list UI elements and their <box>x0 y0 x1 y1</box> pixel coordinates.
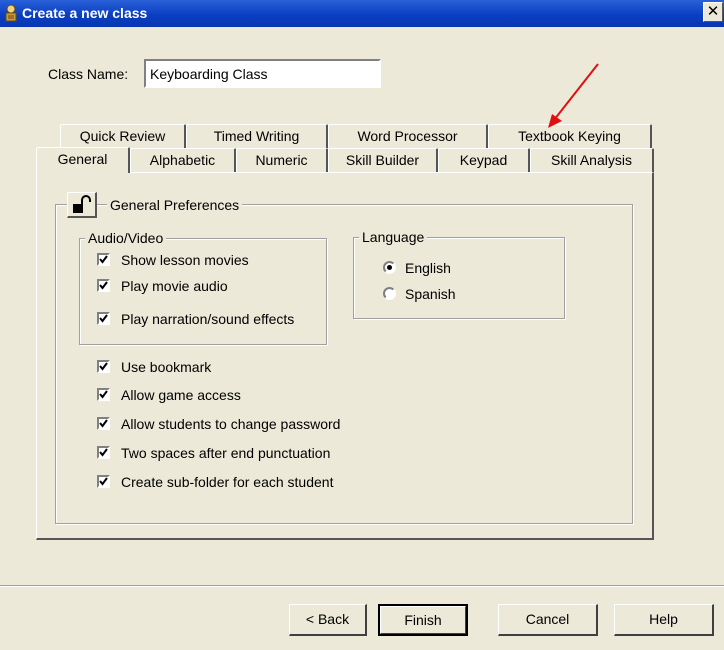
tab-quick-review[interactable]: Quick Review <box>60 124 186 148</box>
class-name-input[interactable] <box>144 59 381 88</box>
allow-game-access-checkbox[interactable] <box>97 388 110 401</box>
language-title: Language <box>359 229 428 245</box>
tab-timed-writing[interactable]: Timed Writing <box>186 124 328 148</box>
tab-numeric[interactable]: Numeric <box>236 148 328 172</box>
use-bookmark-checkbox[interactable] <box>97 360 110 373</box>
two-spaces-checkbox[interactable] <box>97 446 110 459</box>
separator <box>0 585 724 587</box>
lock-button[interactable] <box>67 192 97 218</box>
show-lesson-movies-label: Show lesson movies <box>121 252 249 268</box>
english-label: English <box>405 260 451 276</box>
play-movie-audio-checkbox[interactable] <box>97 279 110 292</box>
english-radio[interactable] <box>383 261 396 274</box>
create-subfolder-checkbox[interactable] <box>97 475 110 488</box>
tab-alphabetic[interactable]: Alphabetic <box>130 148 236 172</box>
app-icon <box>3 4 19 22</box>
finish-button[interactable]: Finish <box>378 604 468 636</box>
tab-skill-analysis[interactable]: Skill Analysis <box>530 148 654 172</box>
allow-change-password-checkbox[interactable] <box>97 417 110 430</box>
tab-panel-general: General Preferences Audio/Video Show les… <box>36 172 654 540</box>
show-lesson-movies-checkbox[interactable] <box>97 253 110 266</box>
general-preferences-title: General Preferences <box>107 197 243 213</box>
class-name-label: Class Name: <box>48 66 129 82</box>
play-narration-label: Play narration/sound effects <box>121 311 295 327</box>
allow-game-access-label: Allow game access <box>121 387 241 403</box>
close-icon: ✕ <box>706 3 720 20</box>
use-bookmark-label: Use bookmark <box>121 359 212 375</box>
spanish-label: Spanish <box>405 286 456 302</box>
play-movie-audio-label: Play movie audio <box>121 278 228 294</box>
tab-word-processor[interactable]: Word Processor <box>328 124 488 148</box>
two-spaces-label: Two spaces after end punctuation <box>121 445 331 461</box>
back-button[interactable]: < Back <box>289 604 367 636</box>
tab-textbook-keying[interactable]: Textbook Keying <box>488 124 652 148</box>
allow-change-password-label: Allow students to change password <box>121 416 341 432</box>
tab-general[interactable]: General <box>36 147 130 173</box>
play-narration-checkbox[interactable] <box>97 312 110 325</box>
help-button[interactable]: Help <box>614 604 714 636</box>
cancel-button[interactable]: Cancel <box>498 604 598 636</box>
language-group <box>353 237 565 319</box>
tab-skill-builder[interactable]: Skill Builder <box>328 148 438 172</box>
create-subfolder-label: Create sub-folder for each student <box>121 474 334 490</box>
tab-keypad[interactable]: Keypad <box>438 148 530 172</box>
audio-video-title: Audio/Video <box>85 230 167 246</box>
window-title: Create a new class <box>22 5 148 21</box>
close-button[interactable]: ✕ <box>703 2 723 22</box>
spanish-radio[interactable] <box>383 287 396 300</box>
title-bar: Create a new class ✕ <box>0 0 724 27</box>
